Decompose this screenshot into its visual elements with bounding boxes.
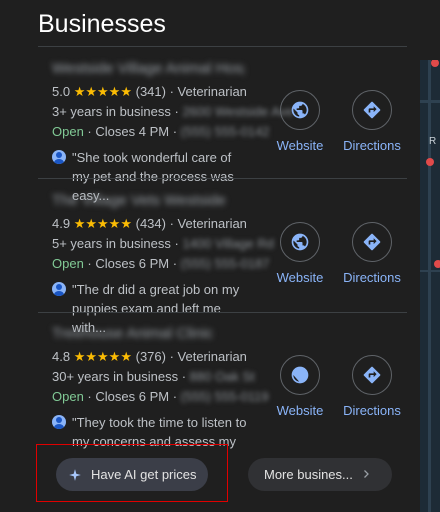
section-heading: Businesses <box>38 10 166 38</box>
map-pin-icon[interactable] <box>434 260 440 268</box>
business-name[interactable]: Treehouse Animal Clinic <box>52 325 244 345</box>
avatar <box>52 282 66 296</box>
star-rating-icon: ★★★★★ <box>73 84 132 99</box>
businesses-panel: Businesses Westside Village Animal Hospi… <box>0 0 420 512</box>
website-button[interactable]: Website <box>270 90 330 153</box>
open-status: Open <box>52 124 84 139</box>
divider <box>38 178 407 179</box>
hours-line: Open · Closes 4 PM · (555) 555-0142 <box>52 124 270 139</box>
avatar <box>52 415 66 429</box>
years-in-business: 30+ years in business <box>52 369 179 384</box>
rating-line: 4.8 ★★★★★ (376) · Veterinarian <box>52 349 247 364</box>
ai-get-prices-label[interactable]: Have AI get prices <box>91 467 197 482</box>
divider <box>38 312 407 313</box>
hours-line: Open · Closes 6 PM · (555) 555-0119 <box>52 389 269 404</box>
rating-value: 4.8 <box>52 349 71 364</box>
globe-icon[interactable] <box>280 90 320 130</box>
directions-button[interactable]: Directions <box>342 90 402 153</box>
directions-icon[interactable] <box>352 90 392 130</box>
map-preview[interactable]: R <box>420 60 440 512</box>
map-pin-icon[interactable] <box>426 158 434 166</box>
open-status: Open <box>52 256 84 271</box>
phone-number: (555) 555-0142 <box>180 124 270 139</box>
website-button[interactable]: Website <box>270 355 330 418</box>
rating-value: 5.0 <box>52 84 71 99</box>
business-card[interactable]: Treehouse Animal Clinic 4.8 ★★★★★ (376) … <box>52 325 408 468</box>
directions-label[interactable]: Directions <box>336 138 408 153</box>
category: Veterinarian <box>177 216 247 231</box>
address: 880 Oak St <box>189 369 255 384</box>
more-businesses-button[interactable]: More busines... <box>248 458 392 491</box>
category: Veterinarian <box>177 349 247 364</box>
phone-number: (555) 555-0187 <box>180 256 270 271</box>
years-in-business: 3+ years in business <box>52 104 171 119</box>
directions-button[interactable]: Directions <box>342 355 402 418</box>
business-name[interactable]: Westside Village Animal Hospital <box>52 60 244 80</box>
category: Veterinarian <box>177 84 247 99</box>
globe-icon[interactable] <box>280 222 320 262</box>
review-count[interactable]: (434) <box>136 216 166 231</box>
sparkle-icon <box>69 468 81 481</box>
directions-button[interactable]: Directions <box>342 222 402 285</box>
address: 1400 Village Rd <box>182 236 274 251</box>
open-status: Open <box>52 389 84 404</box>
business-name[interactable]: The Village Vets Westside <box>52 192 244 212</box>
map-road <box>420 270 440 272</box>
rating-line: 4.9 ★★★★★ (434) · Veterinarian <box>52 216 247 231</box>
closing-time: Closes 6 PM <box>95 256 170 271</box>
directions-label[interactable]: Directions <box>336 403 408 418</box>
rating-line: 5.0 ★★★★★ (341) · Veterinarian <box>52 84 247 99</box>
map-label: R <box>429 136 437 147</box>
website-label[interactable]: Website <box>270 270 330 285</box>
avatar <box>52 150 66 164</box>
business-card[interactable]: The Village Vets Westside 4.9 ★★★★★ (434… <box>52 192 408 335</box>
business-card[interactable]: Westside Village Animal Hospital 5.0 ★★★… <box>52 60 408 203</box>
years-line: 5+ years in business · 1400 Village Rd <box>52 236 274 251</box>
closing-time: Closes 6 PM <box>95 389 170 404</box>
more-businesses-label[interactable]: More busines... <box>264 467 353 482</box>
star-rating-icon: ★★★★★ <box>73 349 132 364</box>
ai-get-prices-button[interactable]: Have AI get prices <box>56 458 208 491</box>
hours-line: Open · Closes 6 PM · (555) 555-0187 <box>52 256 270 271</box>
years-in-business: 5+ years in business <box>52 236 171 251</box>
website-button[interactable]: Website <box>270 222 330 285</box>
years-line: 30+ years in business · 880 Oak St <box>52 369 255 384</box>
chevron-right-icon <box>364 470 369 478</box>
directions-label[interactable]: Directions <box>336 270 408 285</box>
years-line: 3+ years in business · 2600 Westside Ave <box>52 104 294 119</box>
rating-value: 4.9 <box>52 216 71 231</box>
review-count[interactable]: (341) <box>136 84 166 99</box>
website-label[interactable]: Website <box>270 403 330 418</box>
directions-icon[interactable] <box>352 355 392 395</box>
closing-time: Closes 4 PM <box>95 124 170 139</box>
review-count[interactable]: (376) <box>136 349 166 364</box>
phone-number: (555) 555-0119 <box>180 389 269 404</box>
divider <box>38 46 407 47</box>
map-road <box>428 60 431 512</box>
globe-icon[interactable] <box>280 355 320 395</box>
star-rating-icon: ★★★★★ <box>73 216 132 231</box>
directions-icon[interactable] <box>352 222 392 262</box>
website-label[interactable]: Website <box>270 138 330 153</box>
map-pin-icon[interactable] <box>431 60 439 67</box>
